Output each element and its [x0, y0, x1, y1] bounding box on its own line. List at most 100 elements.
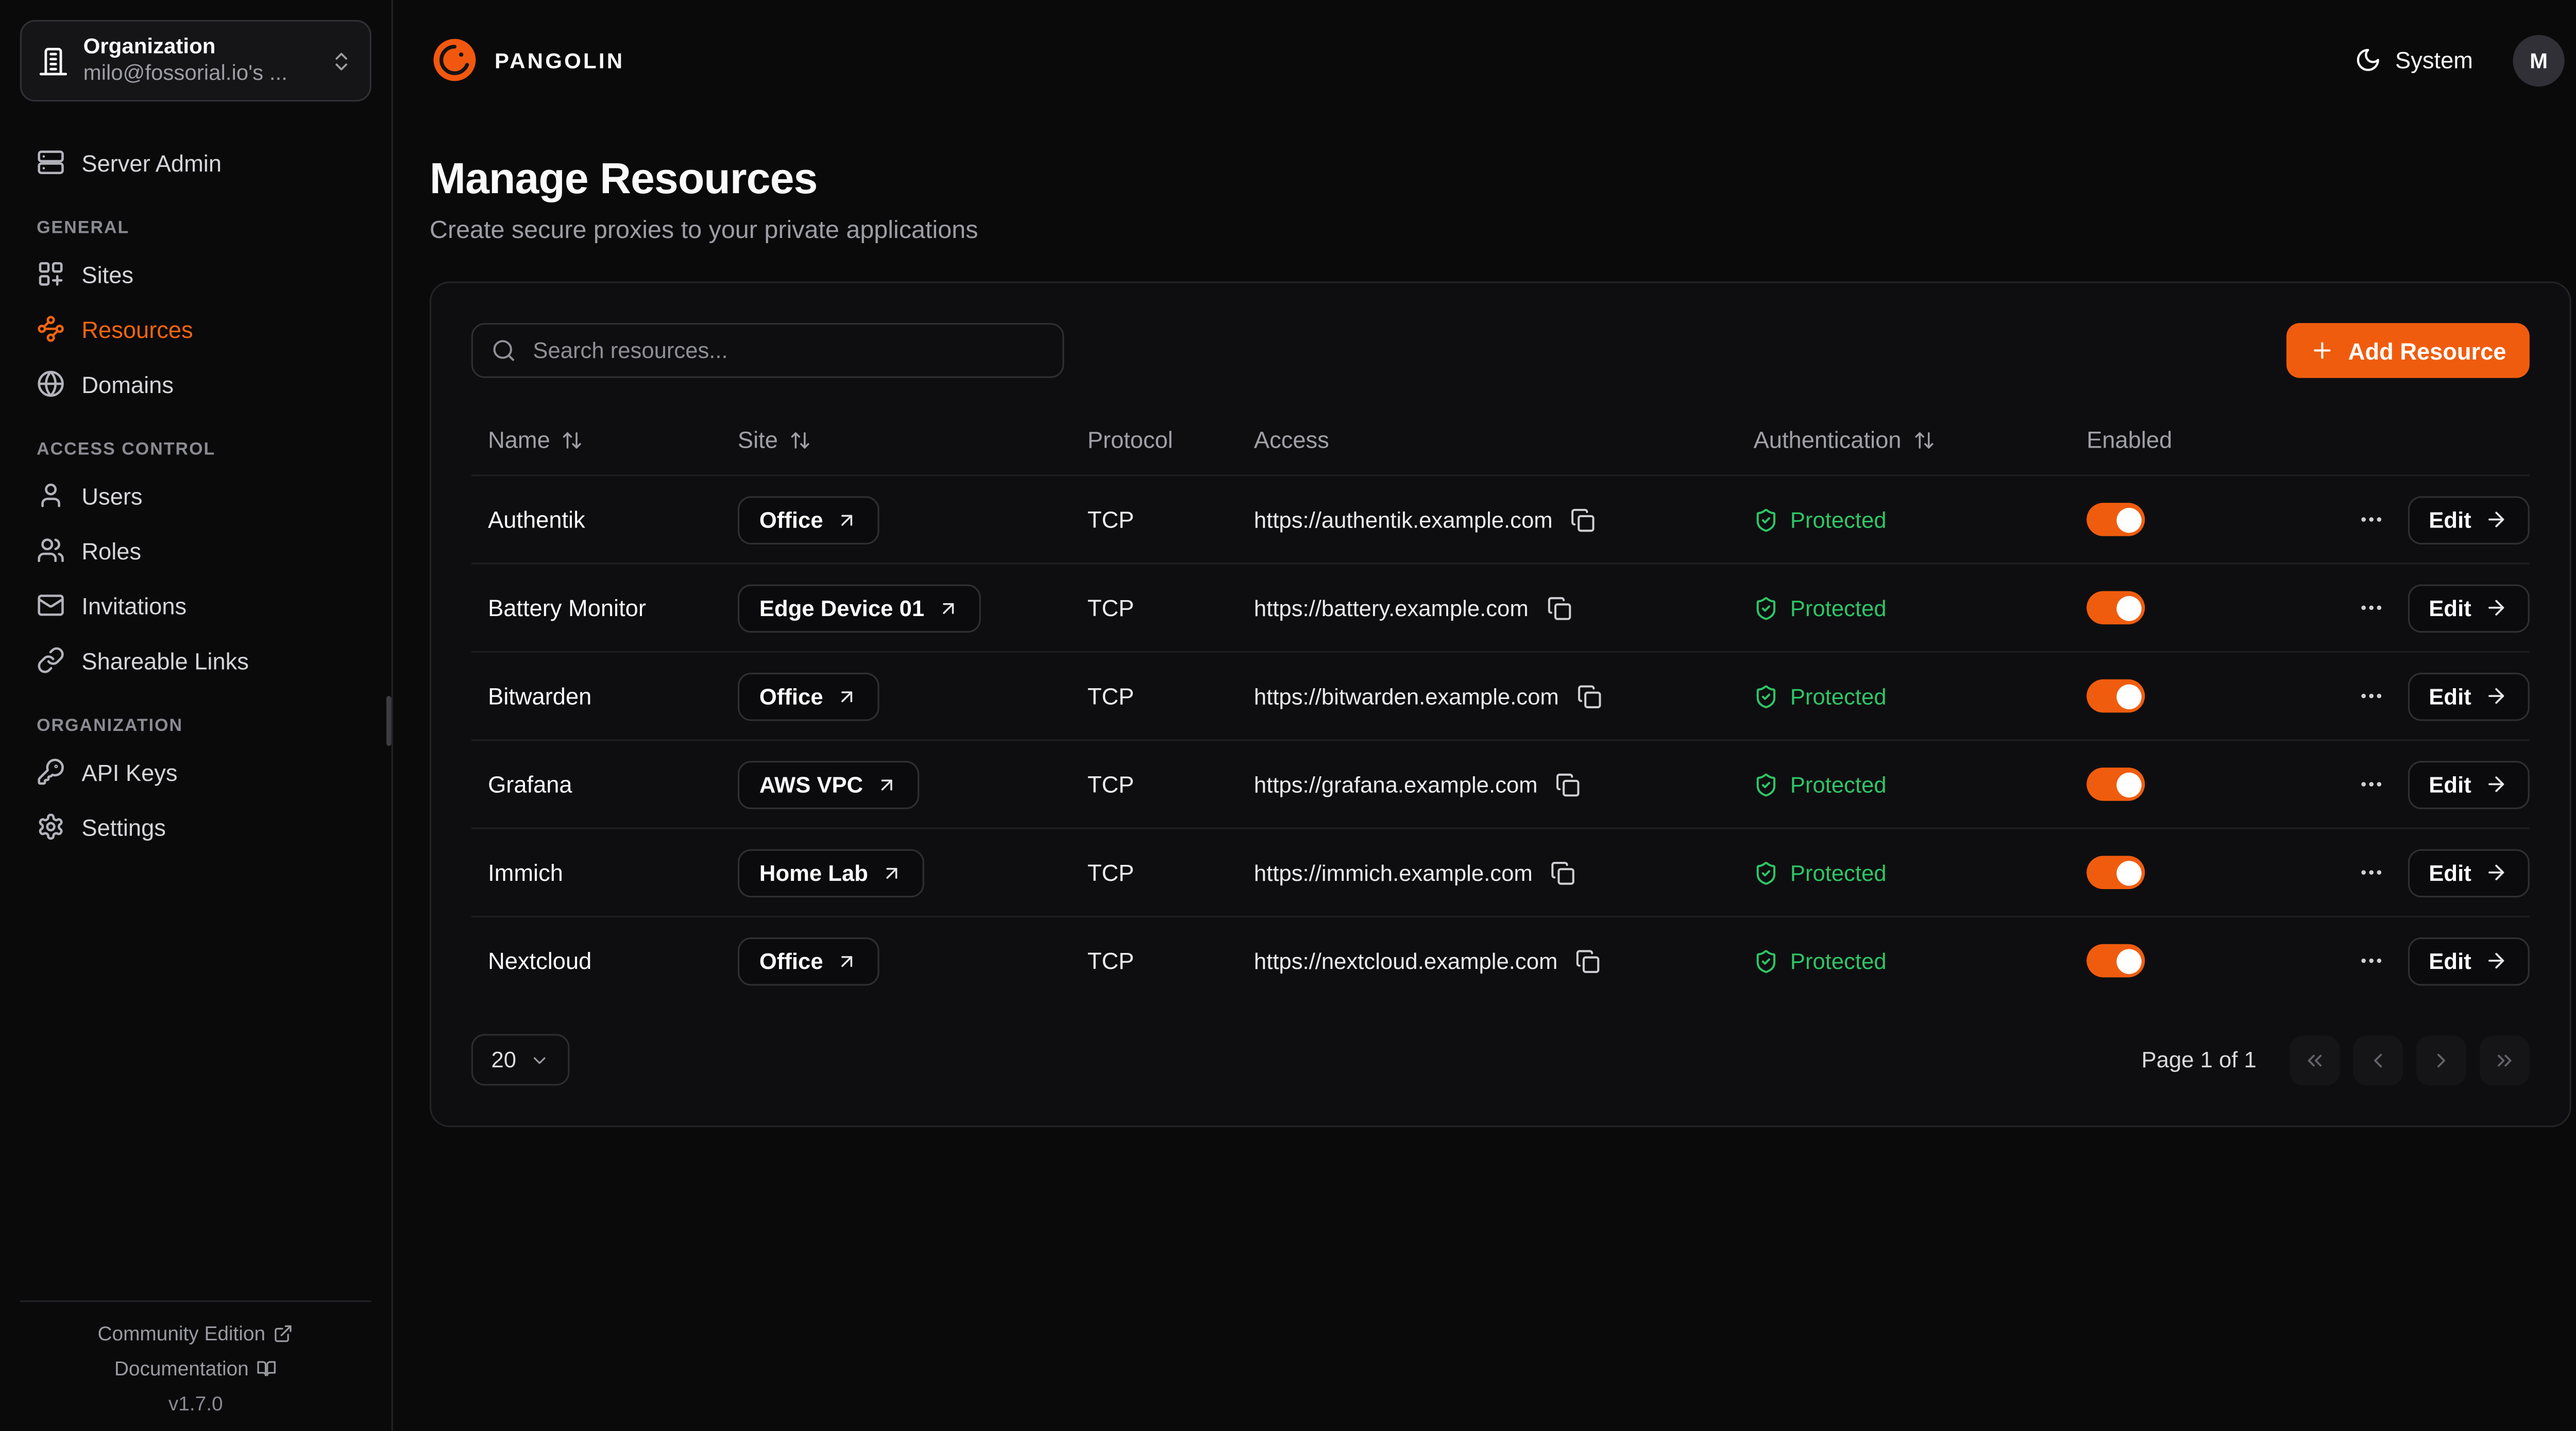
copy-icon[interactable]: [1568, 504, 1599, 535]
pagination-prev-button[interactable]: [2353, 1035, 2403, 1085]
chevrons-left-icon: [2303, 1048, 2326, 1071]
arrow-up-right-icon: [836, 685, 858, 707]
add-resource-button[interactable]: Add Resource: [2286, 323, 2530, 378]
site-link-button[interactable]: Edge Device 01: [738, 584, 981, 632]
shield-check-icon: [1754, 860, 1778, 884]
sort-icon: [790, 429, 811, 450]
sidebar-item-label: Server Admin: [81, 149, 222, 176]
site-link-button[interactable]: Home Lab: [738, 848, 925, 897]
sidebar-item-domains[interactable]: Domains: [20, 356, 371, 412]
sidebar-item-api-keys[interactable]: API Keys: [20, 744, 371, 799]
version-label: v1.7.0: [168, 1391, 223, 1415]
sidebar-item-invitations[interactable]: Invitations: [20, 578, 371, 633]
shield-check-icon: [1754, 595, 1778, 620]
org-label: Organization: [83, 33, 315, 61]
org-switcher[interactable]: Organization milo@fossorial.io's ...: [20, 20, 371, 102]
documentation-link[interactable]: Documentation: [114, 1356, 277, 1379]
site-link-button[interactable]: Office: [738, 936, 880, 985]
column-header-access: Access: [1238, 426, 1737, 453]
resource-name: Battery Monitor: [471, 594, 721, 621]
row-menu-button[interactable]: [2354, 768, 2387, 801]
sidebar-footer: Community Edition Documentation v1.7.0: [20, 1300, 371, 1415]
ellipsis-icon: [2357, 771, 2384, 798]
external-link-icon: [274, 1323, 294, 1343]
users-icon: [37, 536, 65, 565]
protocol: TCP: [1071, 859, 1237, 886]
row-menu-button[interactable]: [2354, 503, 2387, 536]
sidebar-item-server-admin[interactable]: Server Admin: [20, 135, 371, 190]
column-header-enabled: Enabled: [2070, 426, 2303, 453]
resource-name: Immich: [471, 859, 721, 886]
table-row: Immich Home Lab TCP https://immich.examp…: [471, 827, 2530, 915]
protocol: TCP: [1071, 683, 1237, 709]
ellipsis-icon: [2357, 859, 2384, 886]
row-menu-button[interactable]: [2354, 944, 2387, 978]
app-root: Organization milo@fossorial.io's ... Ser…: [0, 0, 2576, 1431]
sidebar-scrollbar-thumb[interactable]: [386, 696, 392, 746]
site-link-button[interactable]: Office: [738, 496, 880, 544]
org-value: milo@fossorial.io's ...: [83, 60, 315, 89]
access-url: https://bitwarden.example.com: [1254, 684, 1559, 708]
row-menu-button[interactable]: [2354, 591, 2387, 624]
community-edition-link[interactable]: Community Edition: [98, 1321, 294, 1344]
sidebar-item-settings[interactable]: Settings: [20, 799, 371, 855]
enabled-toggle[interactable]: [2087, 768, 2145, 801]
site-link-button[interactable]: AWS VPC: [738, 760, 920, 809]
table-row: Bitwarden Office TCP https://bitwarden.e…: [471, 651, 2530, 739]
edit-button[interactable]: Edit: [2407, 936, 2530, 985]
sort-icon: [1913, 429, 1935, 450]
row-menu-button[interactable]: [2354, 856, 2387, 889]
shield-check-icon: [1754, 772, 1778, 796]
row-menu-button[interactable]: [2354, 679, 2387, 713]
link-icon: [37, 646, 65, 675]
copy-icon[interactable]: [1548, 857, 1579, 888]
column-header-authentication[interactable]: Authentication: [1737, 426, 2070, 453]
enabled-toggle[interactable]: [2087, 944, 2145, 978]
pagination-next-button[interactable]: [2416, 1035, 2466, 1085]
pagination-first-button[interactable]: [2290, 1035, 2340, 1085]
sidebar-item-roles[interactable]: Roles: [20, 523, 371, 578]
copy-icon[interactable]: [1544, 592, 1575, 623]
table-row: Battery Monitor Edge Device 01 TCP https…: [471, 563, 2530, 651]
topbar: PANGOLIN System M: [393, 0, 2576, 120]
column-header-name[interactable]: Name: [471, 426, 721, 453]
sidebar-item-shareable-links[interactable]: Shareable Links: [20, 633, 371, 688]
avatar[interactable]: M: [2513, 34, 2565, 86]
arrow-right-icon: [2485, 949, 2508, 972]
search-input[interactable]: [530, 336, 1044, 365]
edit-button[interactable]: Edit: [2407, 760, 2530, 809]
sidebar-item-label: Domains: [81, 371, 174, 398]
pangolin-logo: [430, 35, 480, 85]
theme-label: System: [2395, 47, 2473, 74]
site-link-button[interactable]: Office: [738, 672, 880, 720]
sidebar-item-label: Sites: [81, 261, 133, 287]
enabled-toggle[interactable]: [2087, 503, 2145, 536]
pagination-last-button[interactable]: [2480, 1035, 2530, 1085]
theme-toggle[interactable]: System: [2355, 47, 2472, 74]
brand[interactable]: PANGOLIN: [430, 35, 624, 85]
edit-button[interactable]: Edit: [2407, 848, 2530, 897]
server-icon: [37, 148, 65, 177]
page-size-select[interactable]: 20: [471, 1034, 570, 1085]
enabled-toggle[interactable]: [2087, 591, 2145, 624]
protocol: TCP: [1071, 594, 1237, 621]
sidebar-item-sites[interactable]: Sites: [20, 247, 371, 302]
edit-button[interactable]: Edit: [2407, 496, 2530, 544]
edit-button[interactable]: Edit: [2407, 584, 2530, 632]
column-header-site[interactable]: Site: [721, 426, 1071, 453]
edit-button[interactable]: Edit: [2407, 672, 2530, 720]
gear-icon: [37, 813, 65, 841]
enabled-toggle[interactable]: [2087, 856, 2145, 889]
enabled-toggle[interactable]: [2087, 679, 2145, 713]
auth-status: Protected: [1790, 507, 1887, 532]
copy-icon[interactable]: [1572, 945, 1604, 976]
sidebar-item-label: Users: [81, 482, 142, 509]
arrow-right-icon: [2485, 508, 2508, 531]
sidebar-item-users[interactable]: Users: [20, 468, 371, 523]
section-title-general: GENERAL: [37, 218, 354, 238]
copy-icon[interactable]: [1574, 680, 1605, 711]
ellipsis-icon: [2357, 506, 2384, 533]
sidebar-item-resources[interactable]: Resources: [20, 302, 371, 357]
ellipsis-icon: [2357, 594, 2384, 621]
copy-icon[interactable]: [1553, 769, 1584, 800]
